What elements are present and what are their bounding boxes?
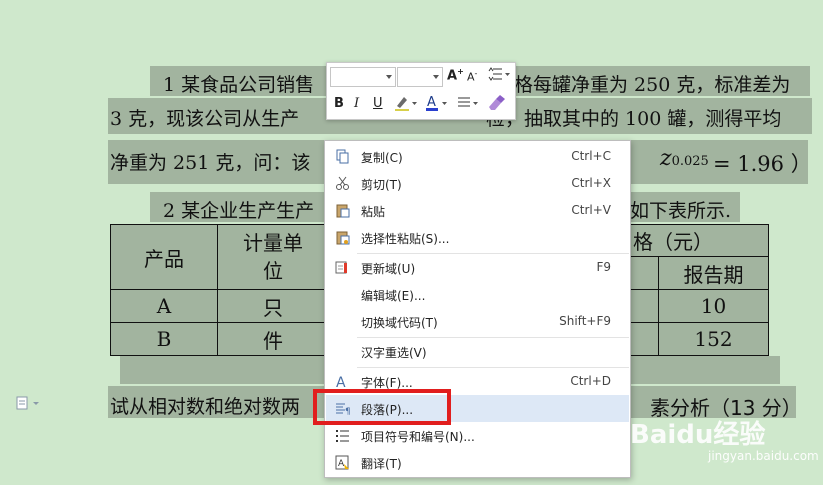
row-a-blank [628, 289, 659, 323]
grow-font-icon[interactable]: A+ [447, 67, 464, 83]
para1-line3-left: 净重为 251 克，问：该 [110, 152, 311, 174]
menu-item-label: 粘贴 [361, 205, 386, 219]
menu-item-label: 复制(C) [361, 151, 403, 165]
highlight-icon[interactable] [393, 94, 419, 116]
watermark-brand: Baidu经验 [630, 420, 766, 450]
menu-item-toggle-field-code[interactable]: 切换域代码(T) Shift+F9 [326, 308, 629, 335]
menu-item-reconvert[interactable]: 汉字重选(V) [326, 338, 629, 365]
eraser-icon[interactable] [485, 94, 507, 116]
row-a-report: 10 [658, 289, 769, 323]
chevron-down-icon [433, 75, 439, 79]
menu-item-paste-special[interactable]: 选择性粘贴(S)... [326, 224, 629, 251]
para1-line1-right: 格每罐净重为 250 克，标准差为 [514, 74, 791, 96]
row-a-unit: 只 [217, 289, 329, 323]
formula-value: = 1.96 ） [713, 152, 812, 176]
bullets-icon [336, 430, 349, 442]
menu-item-translate[interactable]: A 翻译(T) [326, 449, 629, 476]
menu-item-cut[interactable]: 剪切(T) Ctrl+X [326, 170, 629, 197]
font-icon: A [336, 375, 346, 389]
menu-item-label: 剪切(T) [361, 178, 402, 192]
row-a-product: A [110, 289, 218, 323]
page-marker-icon[interactable] [16, 395, 42, 414]
row-b-blank [628, 322, 659, 356]
formula-subscript: 0.025 [671, 154, 709, 169]
para1-line2-left: 3 克，现该公司从生产 [110, 108, 300, 130]
menu-item-shortcut: Ctrl+C [571, 149, 611, 163]
svg-text:A: A [338, 459, 345, 469]
shrink-font-icon[interactable]: A- [467, 69, 477, 84]
para1-line1: 1 某食品公司销售 [163, 74, 315, 96]
cut-icon [336, 176, 349, 190]
font-name-dropdown[interactable] [330, 67, 396, 87]
copy-icon [336, 149, 349, 164]
menu-item-label: 项目符号和编号(N)... [361, 430, 475, 444]
menu-item-paste[interactable]: 粘贴 Ctrl+V [326, 197, 629, 224]
menu-item-label: 更新域(U) [361, 262, 416, 276]
menu-item-label: 翻译(T) [361, 457, 402, 471]
svg-text:A: A [336, 375, 346, 389]
menu-item-edit-field[interactable]: 编辑域(E)... [326, 281, 629, 308]
menu-item-label: 切换域代码(T) [361, 316, 438, 330]
watermark: Baidu经验 jingyan.baidu.com [630, 414, 819, 463]
header-blank [628, 256, 659, 290]
italic-button[interactable]: I [354, 96, 359, 111]
chevron-down-icon [386, 75, 392, 79]
mini-toolbar[interactable]: A+ A- B I U A [326, 62, 516, 120]
menu-item-label: 选择性粘贴(S)... [361, 232, 450, 246]
menu-item-label: 编辑域(E)... [361, 289, 426, 303]
header-unit: 计量单位 [217, 224, 329, 290]
update-field-icon [335, 261, 347, 274]
menu-item-bullets-numbering[interactable]: 项目符号和编号(N)... [326, 422, 629, 449]
menu-item-copy[interactable]: 复制(C) Ctrl+C [326, 143, 629, 170]
font-color-icon[interactable]: A [424, 94, 450, 116]
line-spacing-icon[interactable] [487, 66, 511, 86]
para2-right: 如下表所示. [630, 200, 732, 222]
menu-item-update-field[interactable]: 更新域(U) F9 [326, 254, 629, 281]
para1-line2-right: 检，抽取其中的 100 罐，测得平均 [486, 108, 782, 130]
menu-item-shortcut: Ctrl+X [571, 176, 611, 190]
paste-icon [336, 204, 350, 218]
header-report: 报告期 [658, 256, 769, 290]
para2-left: 2 某企业生产生产 [163, 200, 315, 222]
context-menu[interactable]: 复制(C) Ctrl+C 剪切(T) Ctrl+X 粘贴 Ctrl+V 选择性粘… [324, 140, 631, 478]
watermark-url: jingyan.baidu.com [708, 449, 819, 463]
menu-item-shortcut: Shift+F9 [559, 314, 611, 328]
font-size-dropdown[interactable] [397, 67, 443, 87]
formula-z: z0.025 [660, 146, 709, 171]
menu-item-shortcut: Ctrl+V [571, 203, 611, 217]
paste-special-icon [336, 231, 350, 245]
header-unit-text: 计量单位 [243, 231, 303, 283]
row-b-unit: 件 [217, 322, 329, 356]
header-price: 格（元） [628, 224, 769, 257]
final-left: 试从相对数和绝对数两 [110, 396, 301, 418]
menu-item-shortcut: Ctrl+D [570, 374, 611, 388]
bold-button[interactable]: B [334, 96, 344, 111]
formula-variable: z [660, 146, 672, 171]
row-b-report: 152 [658, 322, 769, 356]
align-icon[interactable] [455, 94, 481, 116]
row-b-product: B [110, 322, 218, 356]
header-product: 产品 [110, 224, 218, 290]
highlight-annotation-box [313, 389, 451, 425]
menu-item-label: 汉字重选(V) [361, 346, 427, 360]
underline-button[interactable]: U [373, 96, 383, 111]
svg-text:A: A [427, 95, 436, 110]
menu-item-shortcut: F9 [596, 260, 611, 274]
translate-icon: A [335, 455, 349, 470]
